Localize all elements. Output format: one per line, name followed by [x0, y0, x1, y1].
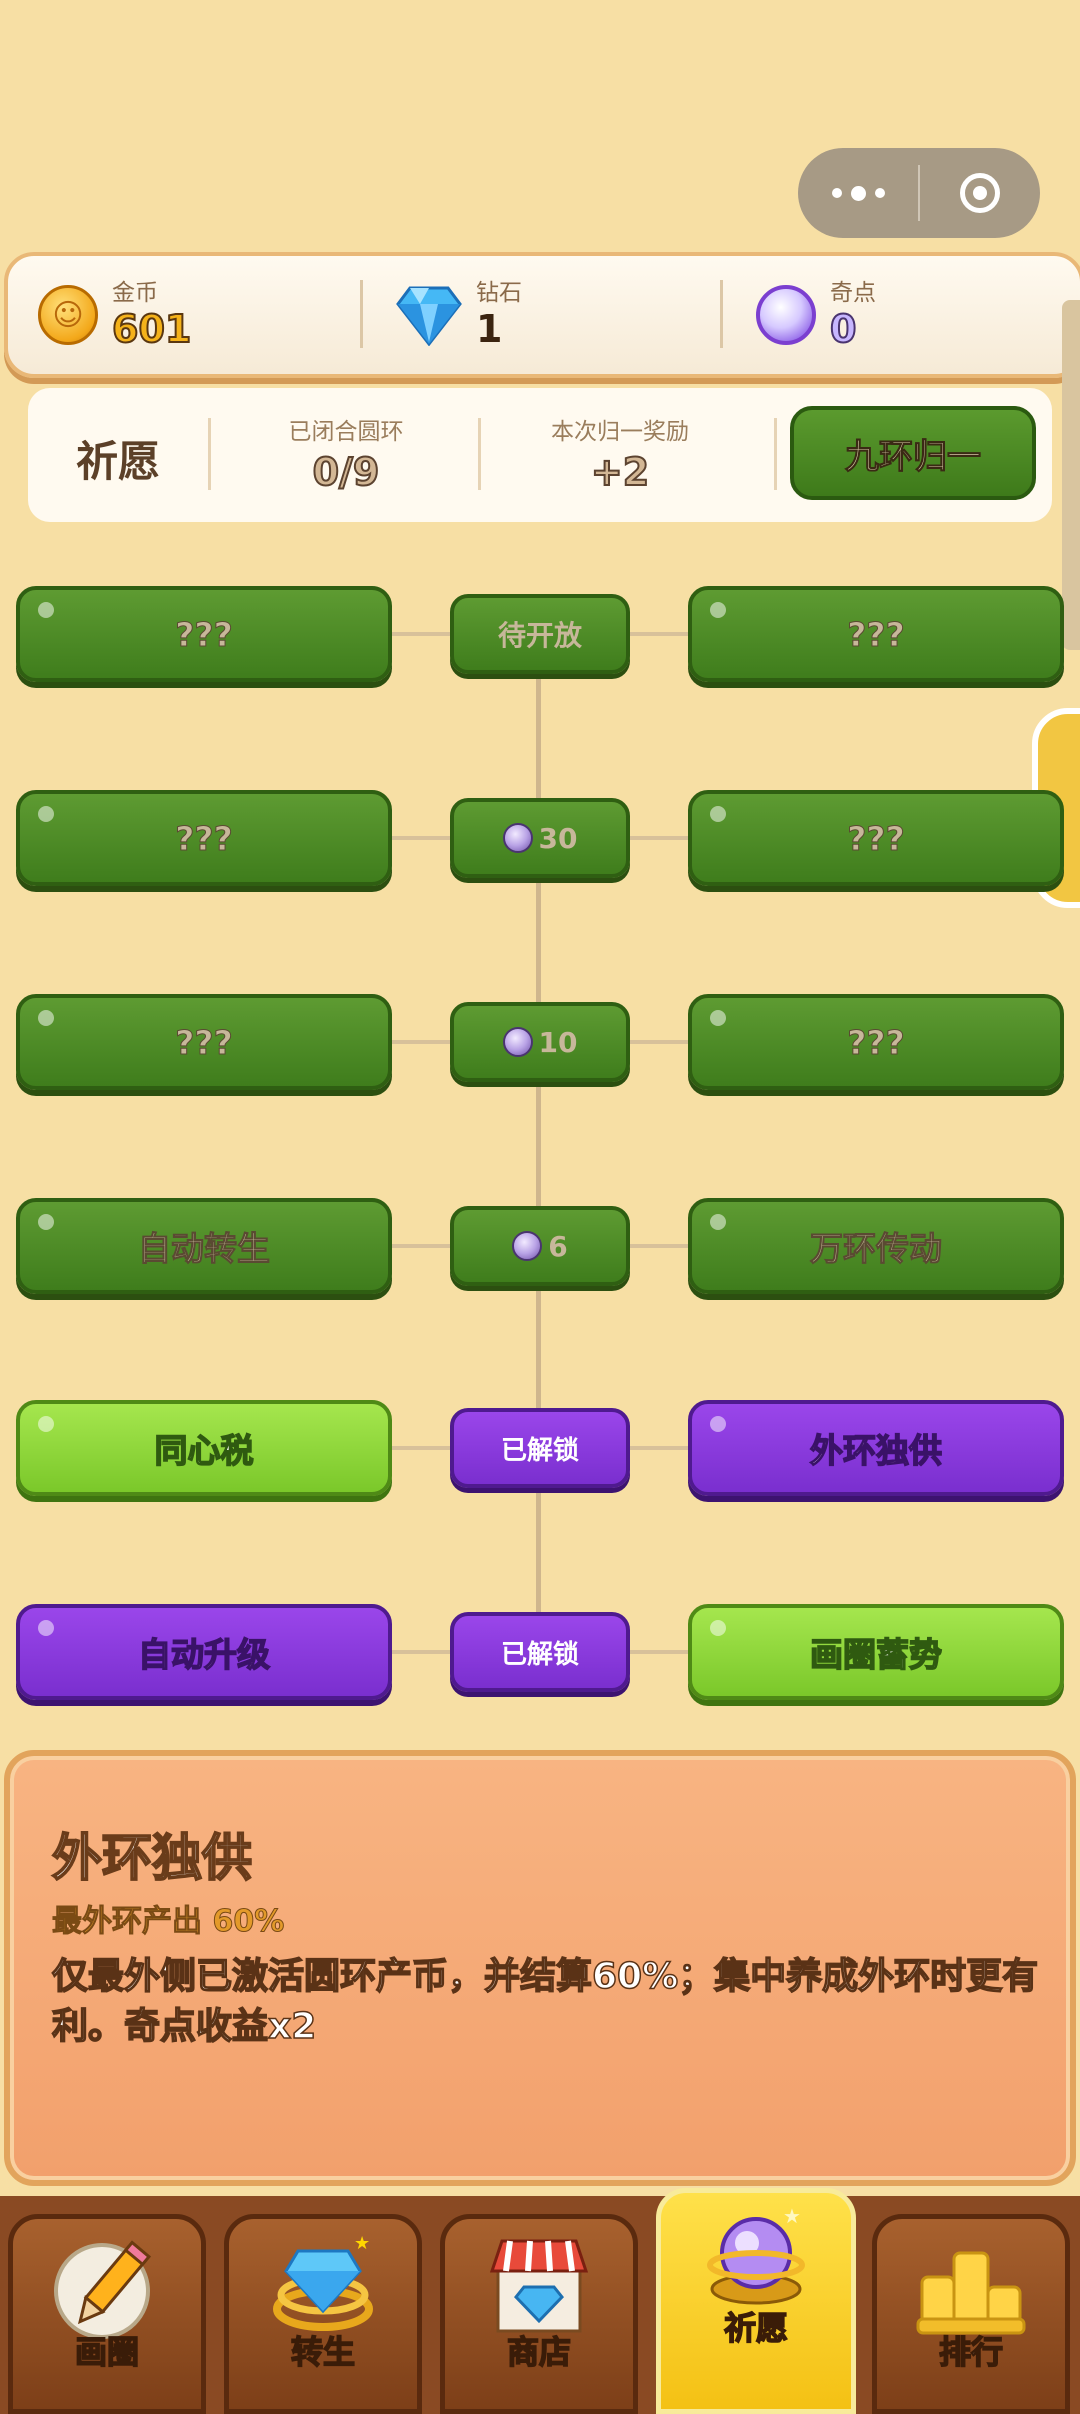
tab-draw-circle[interactable]: 画圈	[8, 2214, 206, 2414]
odd-point-icon	[502, 823, 533, 853]
detail-title: 外环独供	[51, 1828, 253, 1888]
talent-node-right-2[interactable]: ???	[688, 790, 1064, 886]
talent-node-left-1[interactable]: ???	[16, 586, 392, 682]
talent-node-circle-charge[interactable]: 画圈蓄势	[688, 1604, 1064, 1700]
diamond-icon	[396, 286, 462, 346]
talent-node-label: 自动转生	[138, 1229, 271, 1269]
tier-unlock-node-1[interactable]: 待开放	[450, 594, 630, 674]
tab-label: 画圈	[74, 2332, 140, 2372]
talent-node-label: 同心税	[154, 1430, 255, 1471]
stats-divider	[478, 418, 481, 490]
tier-status-label: 待开放	[497, 619, 582, 652]
talent-node-label: ???	[847, 614, 905, 654]
odd-point-icon	[512, 1231, 543, 1261]
talent-node-concentric-tax[interactable]: 同心税	[16, 1400, 392, 1496]
tier-status-label: 已解锁	[500, 1639, 579, 1670]
tab-label: 祈愿	[723, 2308, 789, 2348]
mini-program-capsule	[798, 148, 1040, 238]
wish-title: 祈愿	[76, 437, 161, 486]
gold-value: 601	[111, 306, 192, 352]
unify-reward-stat: 本次归一奖励 +2	[490, 412, 750, 495]
talent-node-label: ???	[847, 818, 905, 858]
tier-unlock-node-4[interactable]: 6	[450, 1206, 630, 1286]
close-miniprogram-button[interactable]	[920, 148, 1040, 238]
currency-bar: ☺ 金币 601 钻石 1 奇点 0	[4, 252, 1080, 378]
unify-reward-value: +2	[590, 449, 650, 495]
diamond-label: 钻石	[476, 280, 522, 306]
talent-node-ring-drive[interactable]: 万环传动	[688, 1198, 1064, 1294]
tab-label: 排行	[938, 2332, 1004, 2372]
tier-cost-label: 10	[538, 1025, 578, 1059]
nine-rings-unify-button[interactable]: 九环归一	[790, 406, 1036, 500]
shop-icon	[489, 2239, 589, 2333]
tier-unlock-node-2[interactable]: 30	[450, 798, 630, 878]
currency-divider	[360, 280, 363, 348]
talent-node-right-1[interactable]: ???	[688, 586, 1064, 682]
talent-node-left-2[interactable]: ???	[16, 790, 392, 886]
odd-points-value: 0	[829, 306, 857, 352]
closed-rings-label: 已闭合圆环	[288, 419, 404, 445]
scroll-edge	[1062, 300, 1080, 650]
talent-node-label: 万环传动	[810, 1229, 943, 1269]
more-dots-icon	[831, 185, 885, 201]
podium-icon	[916, 2251, 1026, 2335]
target-circle-icon	[960, 173, 1000, 213]
tab-ranking[interactable]: 排行	[872, 2214, 1070, 2414]
diamond-display: 钻石 1	[396, 272, 522, 358]
closed-rings-value: 0/9	[312, 449, 381, 495]
svg-text:★: ★	[783, 2204, 801, 2228]
talent-node-label: 自动升级	[137, 1634, 271, 1675]
wish-stats-bar: 祈愿 已闭合圆环 0/9 本次归一奖励 +2 九环归一	[28, 388, 1052, 522]
tier-cost-label: 6	[548, 1229, 568, 1263]
tab-wish[interactable]: ★ 祈愿	[656, 2188, 856, 2414]
talent-node-right-3[interactable]: ???	[688, 994, 1064, 1090]
talent-node-label: 外环独供	[809, 1430, 943, 1471]
talent-node-auto-rebirth[interactable]: 自动转生	[16, 1198, 392, 1294]
talent-node-label: 画圈蓄势	[809, 1634, 943, 1675]
diamond-ring-icon: ★	[273, 2233, 373, 2331]
wish-orb-icon: ★	[707, 2204, 805, 2305]
tab-label: 商店	[506, 2332, 572, 2372]
odd-points-display: 奇点 0	[756, 272, 876, 358]
tier-unlock-node-3[interactable]: 10	[450, 1002, 630, 1082]
detail-description: 仅最外侧已激活圆环产币，并结算60%；集中养成外环时更有利。奇点收益x2	[51, 1955, 1039, 2048]
detail-subtitle: 最外环产出 60%	[51, 1904, 285, 1940]
purple-orb-icon	[756, 285, 816, 345]
stats-divider	[774, 418, 777, 490]
talent-node-outer-ring-supply[interactable]: 外环独供	[688, 1400, 1064, 1496]
talent-node-left-3[interactable]: ???	[16, 994, 392, 1090]
odd-points-label: 奇点	[830, 280, 876, 306]
currency-divider	[720, 280, 723, 348]
odd-point-icon	[502, 1027, 533, 1057]
more-menu-button[interactable]	[798, 148, 918, 238]
gold-coin-icon: ☺	[38, 285, 98, 345]
talent-node-label: ???	[175, 818, 233, 858]
tier-cost-label: 30	[538, 821, 578, 855]
tier-status-label: 已解锁	[500, 1435, 579, 1466]
svg-text:★: ★	[354, 2233, 370, 2254]
talent-node-label: ???	[847, 1022, 905, 1062]
stats-divider	[208, 418, 211, 490]
diamond-value: 1	[476, 307, 503, 351]
closed-rings-stat: 已闭合圆环 0/9	[216, 412, 476, 495]
gold-display: ☺ 金币 601	[38, 272, 192, 358]
talent-node-auto-upgrade[interactable]: 自动升级	[16, 1604, 392, 1700]
talent-detail-panel: 外环独供 最外环产出 60% 仅最外侧已激活圆环产币，并结算60%；集中养成外环…	[4, 1750, 1076, 2186]
tier-unlock-node-5[interactable]: 已解锁	[450, 1408, 630, 1488]
tab-rebirth[interactable]: ★ 转生	[224, 2214, 422, 2414]
tier-unlock-node-6[interactable]: 已解锁	[450, 1612, 630, 1692]
gold-label: 金币	[112, 280, 158, 306]
tab-shop[interactable]: 商店	[440, 2214, 638, 2414]
unify-reward-label: 本次归一奖励	[551, 419, 689, 445]
tab-label: 转生	[290, 2332, 356, 2372]
talent-node-label: ???	[175, 614, 233, 654]
talent-node-label: ???	[175, 1022, 233, 1062]
